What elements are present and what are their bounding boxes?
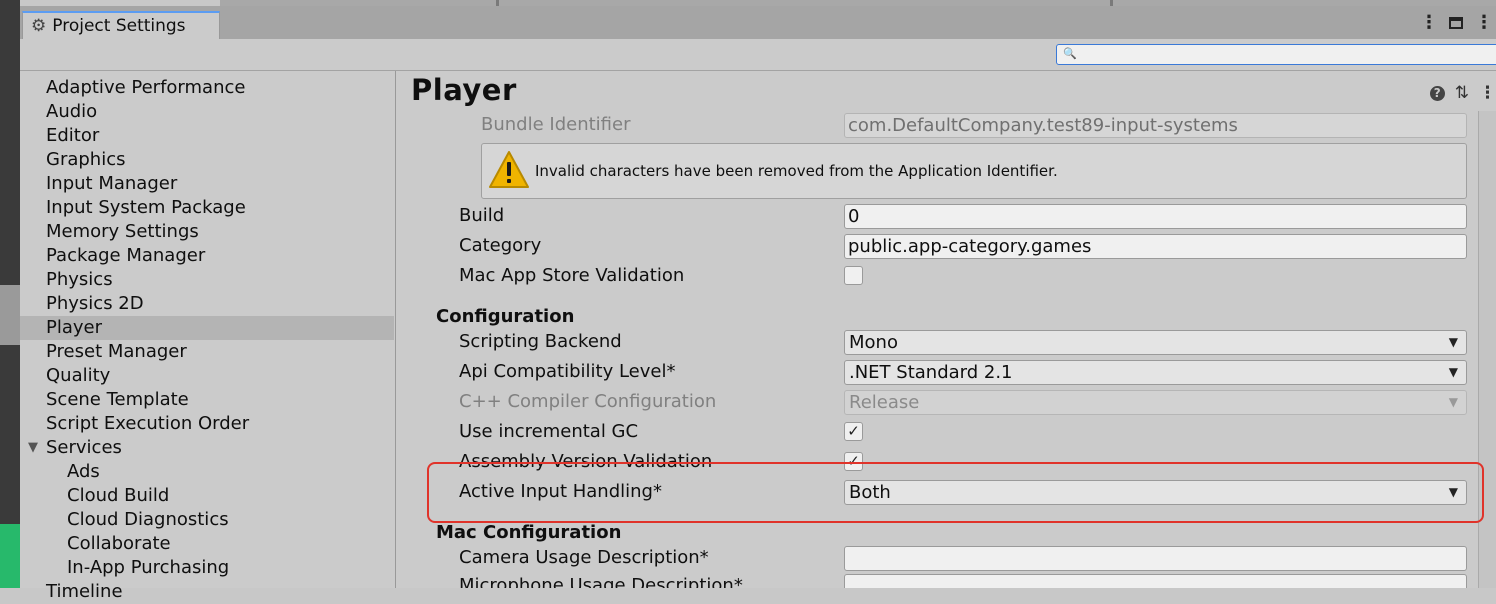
category-field[interactable]: public.app-category.games xyxy=(844,234,1467,259)
sidebar-item-in-app-purchasing[interactable]: In-App Purchasing xyxy=(20,556,394,580)
background-editor-panel-light xyxy=(0,285,20,345)
help-icon[interactable]: ? xyxy=(1429,85,1445,101)
sidebar-item-cloud-build[interactable]: Cloud Build xyxy=(20,484,394,508)
dropdown-value: Mono xyxy=(849,332,898,353)
api-compatibility-row: Api Compatibility Level* .NET Standard 2… xyxy=(396,358,1476,386)
sidebar-item-collaborate[interactable]: Collaborate xyxy=(20,532,394,556)
sidebar-item-graphics[interactable]: Graphics xyxy=(20,148,394,172)
sidebar-item-preset-manager[interactable]: Preset Manager xyxy=(20,340,394,364)
scripting-backend-row: Scripting Backend Mono ▼ xyxy=(396,328,1476,356)
incremental-gc-checkbox[interactable]: ✓ xyxy=(844,422,863,441)
gear-icon: ⚙ xyxy=(31,16,47,36)
sidebar-item-scene-template[interactable]: Scene Template xyxy=(20,388,394,412)
sidebar-item-audio[interactable]: Audio xyxy=(20,100,394,124)
foldout-expanded-icon[interactable]: ▼ xyxy=(28,436,38,460)
cpp-compiler-dropdown: Release ▼ xyxy=(844,390,1467,415)
camera-usage-label: Camera Usage Description* xyxy=(459,547,709,568)
scripting-backend-dropdown[interactable]: Mono ▼ xyxy=(844,330,1467,355)
background-scene-element xyxy=(0,524,20,588)
sidebar-item-player[interactable]: Player xyxy=(20,316,394,340)
panel-header-icons: ? ⇅ ⋮ xyxy=(1429,83,1496,103)
window-tab-bar: ⚙ Project Settings ⋮ ⋮ xyxy=(20,6,1496,39)
microphone-usage-field[interactable] xyxy=(844,574,1467,588)
window-controls: ⋮ ⋮ xyxy=(1420,12,1496,33)
build-field[interactable]: 0 xyxy=(844,204,1467,229)
mac-app-store-validation-checkbox[interactable] xyxy=(844,266,863,285)
api-compatibility-dropdown[interactable]: .NET Standard 2.1 ▼ xyxy=(844,360,1467,385)
microphone-usage-label: Microphone Usage Description* xyxy=(459,575,743,588)
sidebar-item-ads[interactable]: Ads xyxy=(20,460,394,484)
incremental-gc-label: Use incremental GC xyxy=(459,421,639,442)
sidebar-item-services[interactable]: ▼ Services xyxy=(20,436,394,460)
sidebar-item-cloud-diagnostics[interactable]: Cloud Diagnostics xyxy=(20,508,394,532)
warning-helpbox: Invalid characters have been removed fro… xyxy=(481,143,1467,199)
configuration-heading: Configuration xyxy=(436,306,575,327)
more-options-icon[interactable]: ⋮ xyxy=(1420,12,1438,33)
api-compatibility-label: Api Compatibility Level* xyxy=(459,361,676,382)
build-row: Build 0 xyxy=(396,202,1476,230)
sidebar-item-script-execution-order[interactable]: Script Execution Order xyxy=(20,412,394,436)
bundle-identifier-row: Bundle Identifier com.DefaultCompany.tes… xyxy=(396,111,1476,139)
category-label: Category xyxy=(459,235,542,256)
dropdown-arrow-icon: ▼ xyxy=(1448,365,1458,379)
dropdown-arrow-icon: ▼ xyxy=(1448,395,1458,409)
bundle-identifier-field: com.DefaultCompany.test89-input-systems xyxy=(844,113,1467,138)
sidebar-item-input-system-package[interactable]: Input System Package xyxy=(20,196,394,220)
mac-app-store-validation-row: Mac App Store Validation xyxy=(396,262,1476,290)
page-title: Player xyxy=(411,73,517,107)
camera-usage-row: Camera Usage Description* xyxy=(396,544,1476,572)
project-settings-tab[interactable]: ⚙ Project Settings xyxy=(22,11,220,39)
dropdown-arrow-icon: ▼ xyxy=(1448,335,1458,349)
camera-usage-field[interactable] xyxy=(844,546,1467,571)
settings-sidebar: Adaptive Performance Audio Editor Graphi… xyxy=(20,71,396,602)
cpp-compiler-label: C++ Compiler Configuration xyxy=(459,391,717,412)
sidebar-item-package-manager[interactable]: Package Manager xyxy=(20,244,394,268)
warning-icon xyxy=(489,151,529,188)
mac-configuration-heading: Mac Configuration xyxy=(436,522,622,543)
search-input[interactable]: 🔍 xyxy=(1056,44,1496,65)
sidebar-item-physics-2d[interactable]: Physics 2D xyxy=(20,292,394,316)
more-menu-icon[interactable]: ⋮ xyxy=(1475,12,1493,33)
cpp-compiler-row: C++ Compiler Configuration Release ▼ xyxy=(396,388,1476,416)
bundle-identifier-label: Bundle Identifier xyxy=(481,114,631,135)
microphone-usage-row: Microphone Usage Description* xyxy=(396,572,1476,588)
sidebar-item-quality[interactable]: Quality xyxy=(20,364,394,388)
annotation-highlight-box xyxy=(427,462,1484,523)
tab-title: Project Settings xyxy=(52,16,186,36)
maximize-icon[interactable] xyxy=(1449,16,1463,29)
category-row: Category public.app-category.games xyxy=(396,232,1476,260)
preset-sliders-icon[interactable]: ⇅ xyxy=(1455,83,1469,103)
dropdown-value: Release xyxy=(849,392,920,413)
warning-message: Invalid characters have been removed fro… xyxy=(535,162,1058,180)
build-label: Build xyxy=(459,205,505,226)
sidebar-item-timeline[interactable]: Timeline xyxy=(20,580,394,604)
mac-app-store-validation-label: Mac App Store Validation xyxy=(459,265,685,286)
sidebar-item-memory-settings[interactable]: Memory Settings xyxy=(20,220,394,244)
incremental-gc-row: Use incremental GC ✓ xyxy=(396,418,1476,446)
dropdown-value: .NET Standard 2.1 xyxy=(849,362,1013,383)
sidebar-item-input-manager[interactable]: Input Manager xyxy=(20,172,394,196)
sidebar-item-label: Services xyxy=(46,437,122,458)
scripting-backend-label: Scripting Backend xyxy=(459,331,622,352)
more-options-icon[interactable]: ⋮ xyxy=(1479,83,1496,103)
sidebar-item-adaptive-performance[interactable]: Adaptive Performance xyxy=(20,76,394,100)
settings-toolbar: 🔍 xyxy=(20,39,1496,71)
sidebar-item-editor[interactable]: Editor xyxy=(20,124,394,148)
sidebar-item-physics[interactable]: Physics xyxy=(20,268,394,292)
search-icon: 🔍 xyxy=(1063,47,1077,60)
